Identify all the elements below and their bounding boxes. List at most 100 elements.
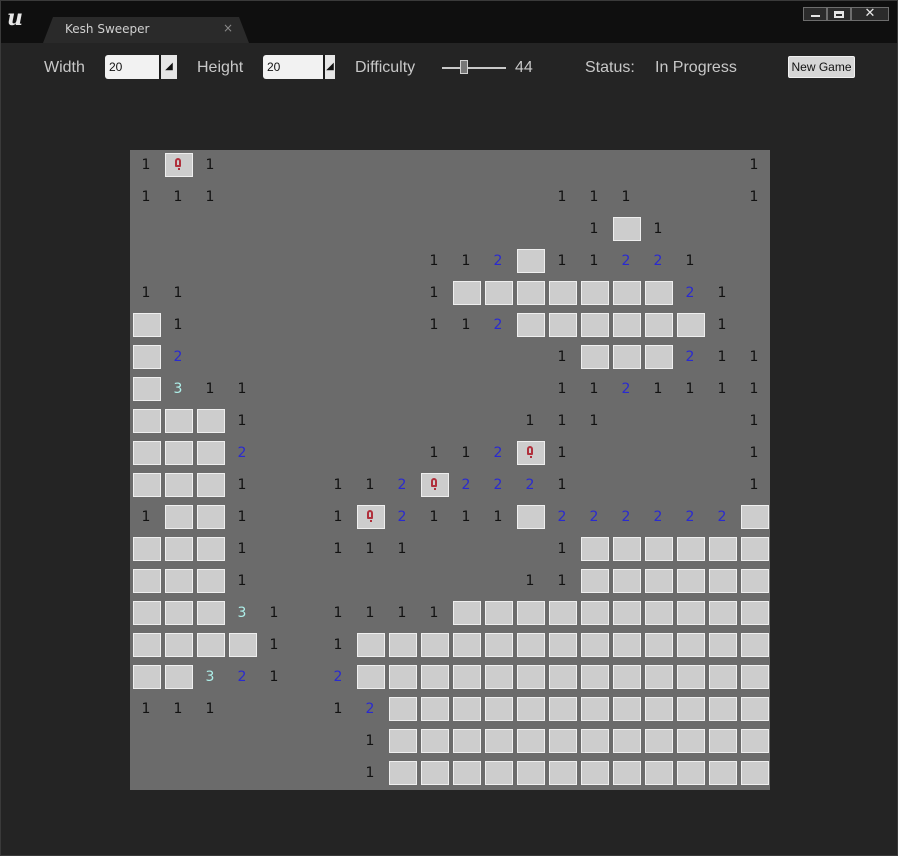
hidden-cell[interactable] [386,726,418,758]
hidden-cell[interactable] [514,758,546,790]
hidden-cell[interactable] [610,630,642,662]
hidden-cell[interactable] [162,502,194,534]
hidden-cell[interactable] [514,598,546,630]
number-cell[interactable]: 1 [610,182,642,214]
hidden-cell[interactable] [546,694,578,726]
number-cell[interactable]: 1 [578,182,610,214]
hidden-cell[interactable] [482,694,514,726]
difficulty-slider-thumb[interactable] [460,60,468,74]
number-cell[interactable]: 1 [546,246,578,278]
number-cell[interactable]: 1 [354,726,386,758]
hidden-cell[interactable] [642,662,674,694]
hidden-cell[interactable] [674,598,706,630]
hidden-cell[interactable] [482,758,514,790]
hidden-cell[interactable] [610,598,642,630]
hidden-cell[interactable] [546,278,578,310]
number-cell[interactable]: 1 [674,246,706,278]
number-cell[interactable]: 1 [386,598,418,630]
hidden-cell[interactable] [546,758,578,790]
hidden-cell[interactable] [194,566,226,598]
hidden-cell[interactable] [546,630,578,662]
number-cell[interactable]: 2 [226,438,258,470]
number-cell[interactable]: 1 [546,406,578,438]
number-cell[interactable]: 1 [706,342,738,374]
number-cell[interactable]: 1 [226,470,258,502]
hidden-cell[interactable] [706,726,738,758]
flagged-cell[interactable] [418,470,450,502]
number-cell[interactable]: 1 [482,502,514,534]
number-cell[interactable]: 1 [450,310,482,342]
hidden-cell[interactable] [738,694,770,726]
hidden-cell[interactable] [386,630,418,662]
number-cell[interactable]: 1 [322,630,354,662]
hidden-cell[interactable] [642,566,674,598]
hidden-cell[interactable] [514,662,546,694]
number-cell[interactable]: 1 [418,246,450,278]
number-cell[interactable]: 1 [354,758,386,790]
number-cell[interactable]: 1 [546,342,578,374]
height-stepper-icon[interactable]: ◢ [323,55,335,79]
hidden-cell[interactable] [130,342,162,374]
hidden-cell[interactable] [162,534,194,566]
hidden-cell[interactable] [482,726,514,758]
width-stepper-icon[interactable]: ◢ [159,55,177,79]
hidden-cell[interactable] [642,278,674,310]
hidden-cell[interactable] [130,310,162,342]
number-cell[interactable]: 2 [386,470,418,502]
hidden-cell[interactable] [418,630,450,662]
hidden-cell[interactable] [578,662,610,694]
hidden-cell[interactable] [418,726,450,758]
difficulty-slider-track[interactable] [442,67,506,69]
number-cell[interactable]: 1 [738,150,770,182]
hidden-cell[interactable] [226,630,258,662]
number-cell[interactable]: 2 [706,502,738,534]
number-cell[interactable]: 1 [578,406,610,438]
number-cell[interactable]: 2 [482,310,514,342]
hidden-cell[interactable] [130,598,162,630]
number-cell[interactable]: 1 [322,694,354,726]
hidden-cell[interactable] [450,726,482,758]
hidden-cell[interactable] [738,502,770,534]
hidden-cell[interactable] [194,534,226,566]
number-cell[interactable]: 1 [130,182,162,214]
number-cell[interactable]: 1 [194,150,226,182]
number-cell[interactable]: 1 [418,598,450,630]
number-cell[interactable]: 1 [130,278,162,310]
hidden-cell[interactable] [610,534,642,566]
number-cell[interactable]: 2 [482,470,514,502]
hidden-cell[interactable] [610,566,642,598]
hidden-cell[interactable] [706,598,738,630]
number-cell[interactable]: 2 [610,246,642,278]
hidden-cell[interactable] [674,694,706,726]
number-cell[interactable]: 1 [226,406,258,438]
number-cell[interactable]: 1 [194,374,226,406]
tab-close-icon[interactable]: × [223,21,233,35]
tab-kesh-sweeper[interactable]: Kesh Sweeper × [43,17,249,43]
hidden-cell[interactable] [162,566,194,598]
number-cell[interactable]: 1 [386,534,418,566]
number-cell[interactable]: 1 [354,534,386,566]
number-cell[interactable]: 2 [674,342,706,374]
hidden-cell[interactable] [610,758,642,790]
number-cell[interactable]: 1 [546,182,578,214]
number-cell[interactable]: 1 [354,470,386,502]
hidden-cell[interactable] [674,310,706,342]
number-cell[interactable]: 2 [322,662,354,694]
minimize-button[interactable] [803,7,827,21]
number-cell[interactable]: 1 [578,374,610,406]
hidden-cell[interactable] [194,502,226,534]
hidden-cell[interactable] [642,758,674,790]
hidden-cell[interactable] [642,342,674,374]
hidden-cell[interactable] [642,694,674,726]
number-cell[interactable]: 1 [642,214,674,246]
hidden-cell[interactable] [514,726,546,758]
hidden-cell[interactable] [418,758,450,790]
number-cell[interactable]: 2 [386,502,418,534]
hidden-cell[interactable] [738,662,770,694]
hidden-cell[interactable] [450,694,482,726]
hidden-cell[interactable] [642,534,674,566]
hidden-cell[interactable] [578,726,610,758]
hidden-cell[interactable] [450,758,482,790]
hidden-cell[interactable] [578,566,610,598]
hidden-cell[interactable] [130,438,162,470]
